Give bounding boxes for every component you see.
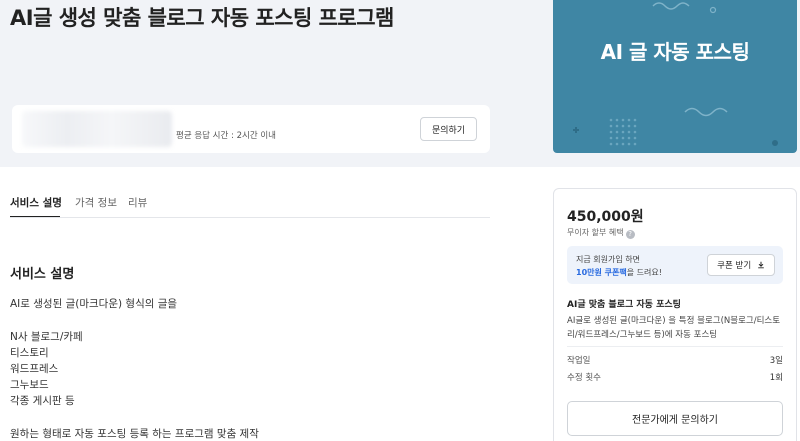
seller-info-blurred [22,111,172,147]
get-coupon-label: 쿠폰 받기 [717,261,752,271]
meta-key: 작업일 [567,356,591,366]
card-divider [567,346,783,347]
package-description: AI글로 생성된 글(마크다운) 을 특정 블로그(N블로그/티스토리/워드프레… [567,316,781,340]
info-icon[interactable]: ? [625,230,635,239]
description-line: 티스토리 [10,347,49,359]
description-line: AI로 생성된 글(마크다운) 형식의 글을 [10,298,178,310]
response-time-label: 평균 응답 시간 : 2시간 이내 [176,131,276,141]
purchase-card: 450,000원 무이자 할부 혜택? 지금 회원가입 하면 10만원 쿠폰팩을… [553,188,797,441]
description-line: 워드프레스 [10,363,59,375]
coupon-offer: 10만원 쿠폰팩을 드려요! [576,267,662,278]
installment-info: 무이자 할부 혜택? [567,227,635,239]
section-title: 서비스 설명 [10,267,75,282]
service-thumbnail: AI 글 자동 포스팅 [553,0,797,153]
description-line: 원하는 형태로 자동 포스팅 등록 하는 프로그램 맞춤 제작 [10,428,259,440]
tab-reviews[interactable]: 리뷰 [128,195,147,210]
page-title: AI글 생성 맞춤 블로그 자동 포스팅 프로그램 [10,6,394,30]
coupon-text: 지금 회원가입 하면 [576,255,640,264]
package-title: AI글 맞춤 블로그 자동 포스팅 [567,300,681,310]
get-coupon-button[interactable]: 쿠폰 받기 [707,254,775,276]
description-line: 그누보드 [10,379,49,391]
coupon-highlight: 10만원 쿠폰팩 [576,268,627,277]
description-line: 각종 게시판 등 [10,395,75,407]
tabs-divider [10,217,490,218]
inquiry-button[interactable]: 문의하기 [420,117,477,141]
tab-service-description[interactable]: 서비스 설명 [10,195,62,210]
price: 450,000원 [567,209,644,225]
coupon-suffix: 을 드려요! [626,268,662,277]
contact-expert-button[interactable]: 전문가에게 문의하기 [567,401,783,436]
coupon-banner: 지금 회원가입 하면 10만원 쿠폰팩을 드려요! 쿠폰 받기 [567,246,783,284]
meta-row-work-days: 작업일 3일 [567,354,783,366]
meta-row-revisions: 수정 횟수 1회 [567,371,783,383]
meta-value: 1회 [769,373,783,383]
seller-card: 평균 응답 시간 : 2시간 이내 문의하기 [12,105,490,153]
download-icon [758,261,764,269]
meta-key: 수정 횟수 [567,373,601,383]
tab-price-info[interactable]: 가격 정보 [75,195,117,210]
thumbnail-text: AI 글 자동 포스팅 [600,40,750,64]
meta-value: 3일 [769,356,783,366]
installment-label: 무이자 할부 혜택 [567,228,624,237]
thumbnail-decoration [573,2,778,146]
description-line: N사 블로그/카페 [10,331,83,343]
